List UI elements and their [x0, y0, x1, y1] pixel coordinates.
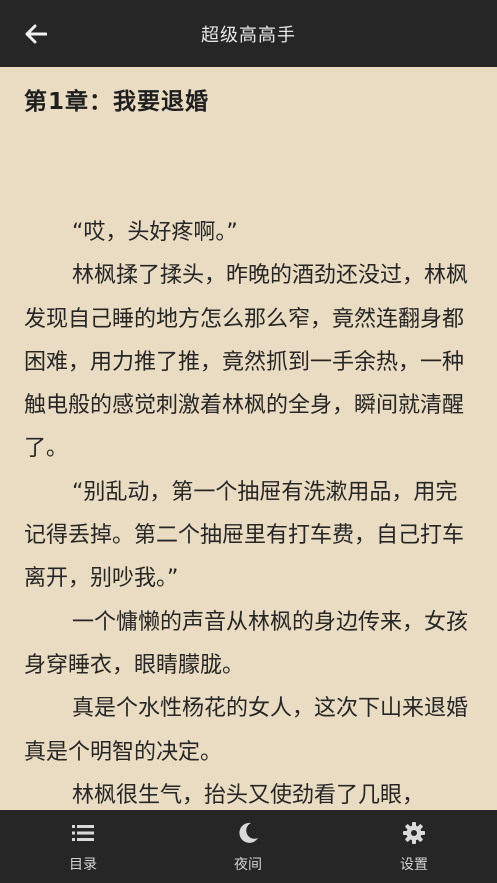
moon-icon — [239, 822, 258, 843]
night-mode-label: 夜间 — [234, 857, 262, 873]
paragraph: 林枫很生气，抬头又使劲看了几眼， — [72, 782, 425, 808]
bottom-nav-bar: 目录 夜间 设置 — [0, 810, 497, 883]
paragraph: “别乱动，第一个抽屉有洗漱用品，用完记得丢掉。第二个抽屉里有打车费，自己打车离开… — [24, 479, 465, 592]
list-icon — [72, 825, 94, 841]
settings-button[interactable]: 设置 — [354, 810, 474, 883]
gear-icon — [403, 822, 425, 844]
top-app-bar: 超级高高手 — [0, 0, 497, 67]
chapter-title: 第1章：我要退婚 — [24, 89, 210, 115]
book-title: 超级高高手 — [201, 25, 296, 46]
toc-button[interactable]: 目录 — [23, 810, 143, 883]
reading-area[interactable]: 第1章：我要退婚 “哎，头好疼啊。” 林枫揉了揉头，昨晚的酒劲还没过，林枫发现自… — [0, 67, 497, 810]
paragraph: 真是个水性杨花的女人，这次下山来退婚真是个明智的决定。 — [24, 696, 469, 765]
paragraph: 林枫揉了揉头，昨晚的酒劲还没过，林枫发现自己睡的地方怎么那么窄，竟然连翻身都困难… — [24, 263, 469, 462]
paragraph: “哎，头好疼啊。” — [72, 220, 238, 245]
night-mode-button[interactable]: 夜间 — [188, 810, 308, 883]
paragraph: 一个慵懒的声音从林枫的身边传来，女孩身穿睡衣，眼睛朦胧。 — [24, 609, 469, 678]
settings-label: 设置 — [400, 857, 428, 873]
chapter-content: “哎，头好疼啊。” 林枫揉了揉头，昨晚的酒劲还没过，林枫发现自己睡的地方怎么那么… — [24, 211, 476, 810]
toc-label: 目录 — [69, 857, 97, 873]
